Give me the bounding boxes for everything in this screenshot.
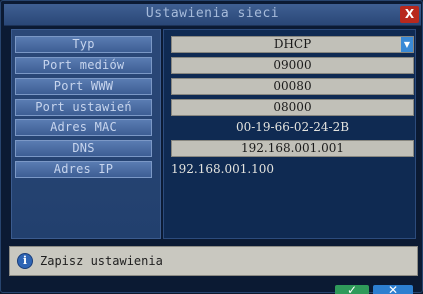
network-settings-dialog: Ustawienia sieci X Typ Port mediów Port … xyxy=(0,0,423,294)
label-mac-address: Adres MAC xyxy=(15,119,152,136)
status-text: Zapisz ustawienia xyxy=(40,254,163,268)
type-select[interactable]: DHCP ▼ xyxy=(171,36,414,53)
label-web-port: Port WWW xyxy=(15,78,152,95)
type-select-value: DHCP xyxy=(273,37,312,51)
dialog-title: Ustawienia sieci xyxy=(145,6,280,21)
label-media-port: Port mediów xyxy=(15,57,152,74)
status-bar: i Zapisz ustawienia xyxy=(9,246,418,276)
mac-address-value: 00-19-66-02-24-2B xyxy=(235,120,350,134)
chevron-down-icon[interactable]: ▼ xyxy=(401,37,413,52)
title-bar: Ustawienia sieci X xyxy=(4,4,421,26)
label-ip-address: Adres IP xyxy=(15,161,152,178)
close-button[interactable]: X xyxy=(400,6,419,23)
settings-port-input[interactable]: 08000 xyxy=(171,99,414,116)
web-port-input[interactable]: 00080 xyxy=(171,78,414,95)
label-type: Typ xyxy=(15,36,152,53)
label-dns: DNS xyxy=(15,140,152,157)
info-icon: i xyxy=(17,253,33,269)
dns-input[interactable]: 192.168.001.001 xyxy=(171,140,414,157)
media-port-input[interactable]: 09000 xyxy=(171,57,414,74)
ip-address-value: 192.168.001.100 xyxy=(171,162,275,176)
label-settings-port: Port ustawień xyxy=(15,99,152,116)
